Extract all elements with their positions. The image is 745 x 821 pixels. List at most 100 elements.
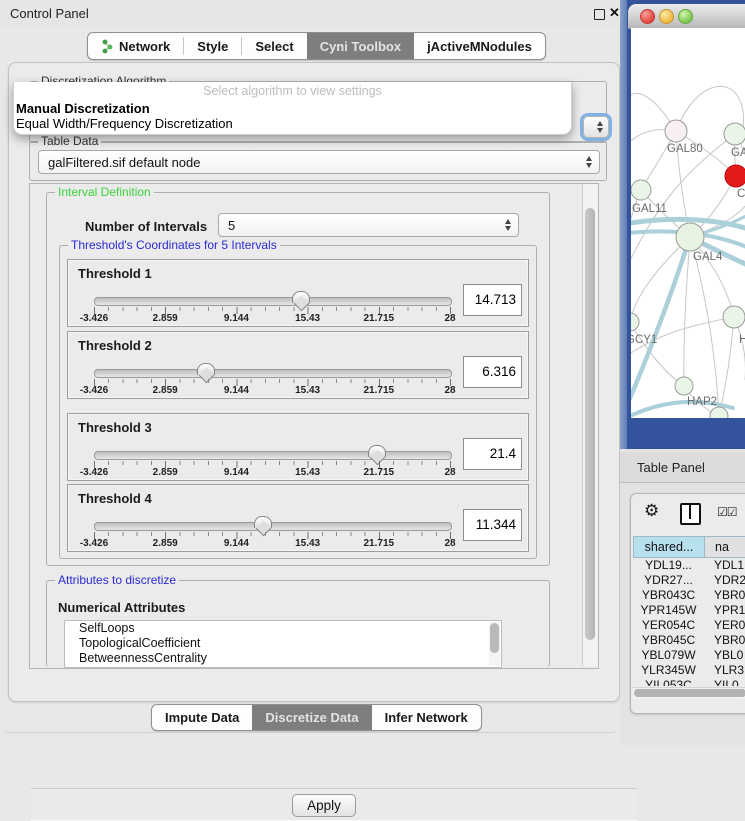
table-cell: YBL0 [704,648,745,663]
table-cell: YDR27... [633,573,704,588]
window-zoom-icon[interactable] [678,9,693,24]
window-close-icon[interactable] [640,9,655,24]
tab-tab-label: Select [255,39,293,54]
attribute-list-item[interactable]: TopologicalCoefficient [65,636,501,651]
table-row[interactable]: YPR145WYPR1 [633,603,745,618]
threshold-slider-3[interactable] [94,451,452,460]
slider-tick-labels: -3.4262.8599.14415.4321.71528 [94,537,451,549]
table-cell: YPR145W [633,603,704,618]
network-node-gcy1[interactable] [631,313,639,331]
table-cell: YDL19... [633,558,704,573]
window-minimize-icon[interactable] [659,9,674,24]
threshold-slider-2[interactable] [94,369,452,378]
slider-thumb[interactable] [368,445,386,457]
gear-icon[interactable]: ⚙ [644,501,659,521]
bottom-tab-impute-data[interactable]: Impute Data [152,705,252,730]
tab-style[interactable]: Style [184,33,241,59]
bottom-tab-infer-network[interactable]: Infer Network [372,705,481,730]
threshold-panel-3: Threshold 3-3.4262.8599.14415.4321.71528… [67,413,529,481]
algorithm-dropdown-popup: Select algorithm to view settings Manual… [13,82,572,135]
network-node-gal80[interactable] [665,120,687,142]
table-row[interactable]: YBR043CYBR0 [633,588,745,603]
network-node-h[interactable] [723,306,745,328]
settings-scrollbar-thumb[interactable] [585,208,595,640]
threshold-slider-1[interactable] [94,297,452,306]
table-row[interactable]: YBL079WYBL0 [633,648,745,663]
thresholds-groupbox: Threshold's Coordinates for 5 Intervals … [59,245,537,559]
table-rows: YDL19...YDL1YDR27...YDR2YBR043CYBR0YPR14… [633,558,745,686]
network-graph: GAL80GACGAL11GAL4GCY1HHAP2 [631,28,745,418]
tick-label: 28 [444,467,455,478]
table-cell: YDL1 [704,558,745,573]
table-row[interactable]: YIL053CYIL0 [633,678,745,686]
threshold-value-field[interactable]: 21.4 [463,438,522,470]
interval-definition-label: Interval Definition [55,185,154,199]
panel-divider[interactable] [620,0,627,449]
table-horizontal-scrollbar-thumb[interactable] [634,689,745,697]
table-row[interactable]: YBR045CYBR0 [633,633,745,648]
threshold-value-field[interactable]: 6.316 [463,356,522,388]
table-row[interactable]: YDR27...YDR2 [633,573,745,588]
threshold-panel-1: Threshold 1-3.4262.8599.14415.4321.71528… [67,259,529,327]
table-data-combobox[interactable]: galFiltered.sif default node [38,150,600,174]
column-header-1[interactable]: shared... [634,537,705,557]
number-of-intervals-combobox[interactable]: 5 [218,213,519,237]
table-horizontal-scrollbar[interactable] [633,687,745,699]
control-panel-titlebar: Control Panel ✕ [0,0,620,28]
bottom-tab-tab-label: Discretize Data [265,710,358,725]
threshold-panel-4: Threshold 4 -3.4262.8599.14415.4321.71528… [67,484,529,552]
network-node-hap2[interactable] [675,377,693,395]
apply-button[interactable]: Apply [292,794,356,817]
tick-label: 28 [444,538,455,549]
network-node-gal4[interactable] [676,223,704,251]
slider-tick-labels: -3.4262.8599.14415.4321.71528 [94,466,451,478]
settings-vertical-scrollbar[interactable] [582,184,598,666]
attributes-list-scrollbar[interactable] [489,622,500,666]
tab-cyni-toolbox[interactable]: Cyni Toolbox [307,33,414,59]
numerical-attributes-list[interactable]: SelfLoopsTopologicalCoefficientBetweenne… [64,620,502,668]
node-attribute-table[interactable]: shared...na YDL19...YDL1YDR27...YDR2YBR0… [633,536,745,686]
float-window-icon[interactable] [594,9,605,20]
network-node[interactable] [710,407,728,418]
table-cell: YBR045C [633,633,704,648]
table-cell: YLR3 [704,663,745,678]
threshold-panel-2: Threshold 2-3.4262.8599.14415.4321.71528… [67,331,529,399]
table-row[interactable]: YDL19...YDL1 [633,558,745,573]
slider-thumb[interactable] [197,363,215,375]
network-node-gal11[interactable] [631,180,651,200]
network-view-canvas[interactable]: GAL80GACGAL11GAL4GCY1HHAP2 [631,28,745,418]
network-node-c[interactable] [725,165,745,187]
threshold-label: Threshold 4 [78,491,152,506]
network-window-titlebar[interactable] [628,4,745,29]
numerical-attributes-label: Numerical Attributes [58,600,185,615]
table-row[interactable]: YER054CYER0 [633,618,745,633]
table-cell: YBR043C [633,588,704,603]
table-row[interactable]: YLR345WYLR3 [633,663,745,678]
table-cell: YBR0 [704,633,745,648]
tick-label: 9.144 [224,538,249,549]
algorithm-option-manual-discretization[interactable]: Manual Discretization [14,101,571,116]
control-panel-title: Control Panel [10,6,89,21]
threshold-slider-4[interactable] [94,522,452,531]
tab-network[interactable]: Network [88,33,183,59]
network-node-ga[interactable] [724,123,745,145]
attributes-list-scrollbar-thumb[interactable] [490,623,499,653]
tab-jactivemnodules[interactable]: jActiveMNodules [414,33,545,59]
attribute-list-item[interactable]: SelfLoops [65,621,501,636]
threshold-value-field[interactable]: 14.713 [463,284,522,316]
algorithm-combobox-arrow-button[interactable] [583,116,609,138]
slider-thumb[interactable] [254,516,272,528]
checkboxes-icon[interactable]: ☑☑ [717,505,737,519]
close-icon[interactable]: ✕ [609,5,620,21]
table-panel: ⚙ ☑☑ shared...na YDL19...YDL1YDR27...YDR… [630,493,745,714]
columns-icon[interactable] [680,503,701,525]
bottom-tab-discretize-data[interactable]: Discretize Data [252,705,371,730]
node-label: GAL4 [693,251,723,263]
algorithm-option-equal-width-frequency-discretization[interactable]: Equal Width/Frequency Discretization [14,116,571,131]
tick-label: 15.43 [295,467,320,478]
column-header-2[interactable]: na [705,537,745,557]
slider-thumb[interactable] [292,291,310,303]
tab-select[interactable]: Select [242,33,306,59]
threshold-value-field[interactable]: 11.344 [463,509,522,541]
attribute-list-item[interactable]: BetweennessCentrality [65,651,501,666]
